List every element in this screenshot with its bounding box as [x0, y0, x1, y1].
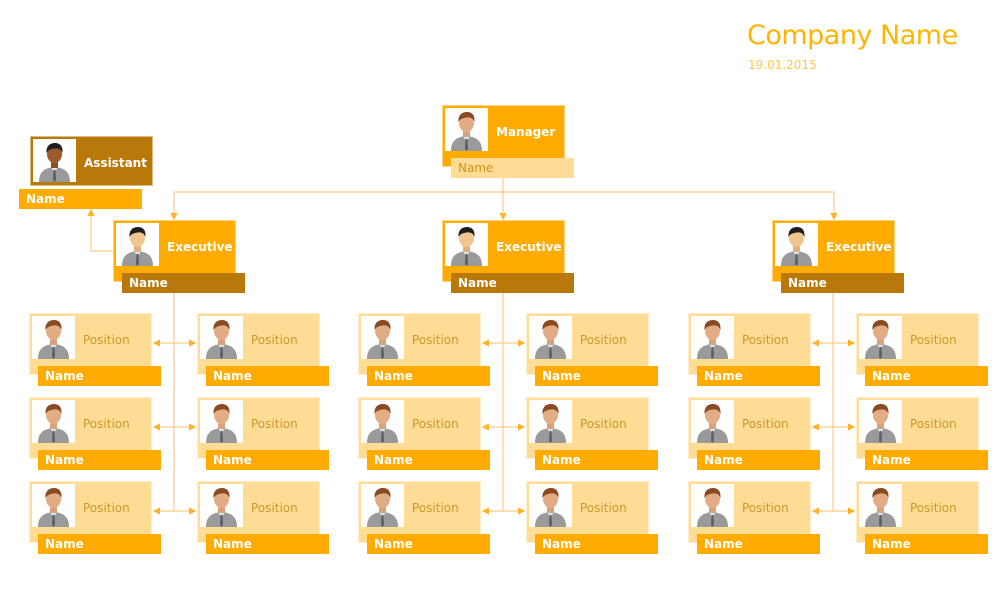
- position-name[interactable]: Name: [865, 366, 988, 386]
- person-avatar-icon: [32, 316, 75, 359]
- executive-role: Executive: [167, 240, 233, 254]
- position-role: Position: [83, 417, 130, 431]
- position-name[interactable]: Name: [697, 366, 820, 386]
- person-avatar-icon: [529, 400, 572, 443]
- person-avatar-icon: [529, 316, 572, 359]
- position-role: Position: [580, 501, 627, 515]
- position-role: Position: [742, 501, 789, 515]
- position-role: Position: [910, 501, 957, 515]
- position-name[interactable]: Name: [206, 534, 329, 554]
- position-name[interactable]: Name: [367, 534, 490, 554]
- position-name[interactable]: Name: [206, 450, 329, 470]
- connector-to-assistant: [87, 208, 113, 252]
- person-avatar-icon: [361, 316, 404, 359]
- position-role: Position: [412, 501, 459, 515]
- person-avatar-icon: [361, 400, 404, 443]
- person-avatar-icon: [200, 316, 243, 359]
- person-avatar-icon: [445, 223, 488, 266]
- person-avatar-icon: [32, 484, 75, 527]
- position-name[interactable]: Name: [697, 534, 820, 554]
- person-avatar-icon: [32, 400, 75, 443]
- person-avatar-icon: [859, 484, 902, 527]
- position-role: Position: [910, 333, 957, 347]
- position-name[interactable]: Name: [865, 450, 988, 470]
- position-role: Position: [742, 417, 789, 431]
- assistant-name[interactable]: Name: [19, 189, 142, 209]
- person-avatar-icon: [691, 316, 734, 359]
- executive-role: Executive: [826, 240, 892, 254]
- position-role: Position: [742, 333, 789, 347]
- position-name[interactable]: Name: [38, 450, 161, 470]
- person-avatar-icon: [775, 223, 818, 266]
- person-avatar-icon: [529, 484, 572, 527]
- person-avatar-icon: [691, 400, 734, 443]
- position-name[interactable]: Name: [865, 534, 988, 554]
- executive-name[interactable]: Name: [451, 273, 574, 293]
- executive-name[interactable]: Name: [781, 273, 904, 293]
- position-name[interactable]: Name: [367, 450, 490, 470]
- position-role: Position: [83, 333, 130, 347]
- position-role: Position: [910, 417, 957, 431]
- position-role: Position: [83, 501, 130, 515]
- person-avatar-icon: [691, 484, 734, 527]
- person-avatar-dark-icon: [33, 139, 76, 182]
- position-role: Position: [251, 333, 298, 347]
- position-name[interactable]: Name: [535, 450, 658, 470]
- position-name[interactable]: Name: [206, 366, 329, 386]
- person-avatar-icon: [859, 400, 902, 443]
- position-role: Position: [412, 333, 459, 347]
- position-name[interactable]: Name: [535, 534, 658, 554]
- person-avatar-icon: [859, 316, 902, 359]
- person-avatar-icon: [200, 484, 243, 527]
- position-name[interactable]: Name: [535, 366, 658, 386]
- person-avatar-icon: [116, 223, 159, 266]
- position-role: Position: [251, 417, 298, 431]
- position-role: Position: [251, 501, 298, 515]
- position-role: Position: [580, 417, 627, 431]
- executive-name[interactable]: Name: [122, 273, 245, 293]
- manager-name[interactable]: Name: [451, 158, 574, 178]
- person-avatar-icon: [445, 108, 488, 151]
- person-avatar-icon: [361, 484, 404, 527]
- executive-role: Executive: [496, 240, 562, 254]
- manager-role: Manager: [496, 125, 556, 139]
- position-name[interactable]: Name: [38, 366, 161, 386]
- position-role: Position: [580, 333, 627, 347]
- person-avatar-icon: [200, 400, 243, 443]
- position-name[interactable]: Name: [697, 450, 820, 470]
- assistant-role: Assistant: [84, 156, 147, 170]
- position-name[interactable]: Name: [38, 534, 161, 554]
- position-role: Position: [412, 417, 459, 431]
- position-name[interactable]: Name: [367, 366, 490, 386]
